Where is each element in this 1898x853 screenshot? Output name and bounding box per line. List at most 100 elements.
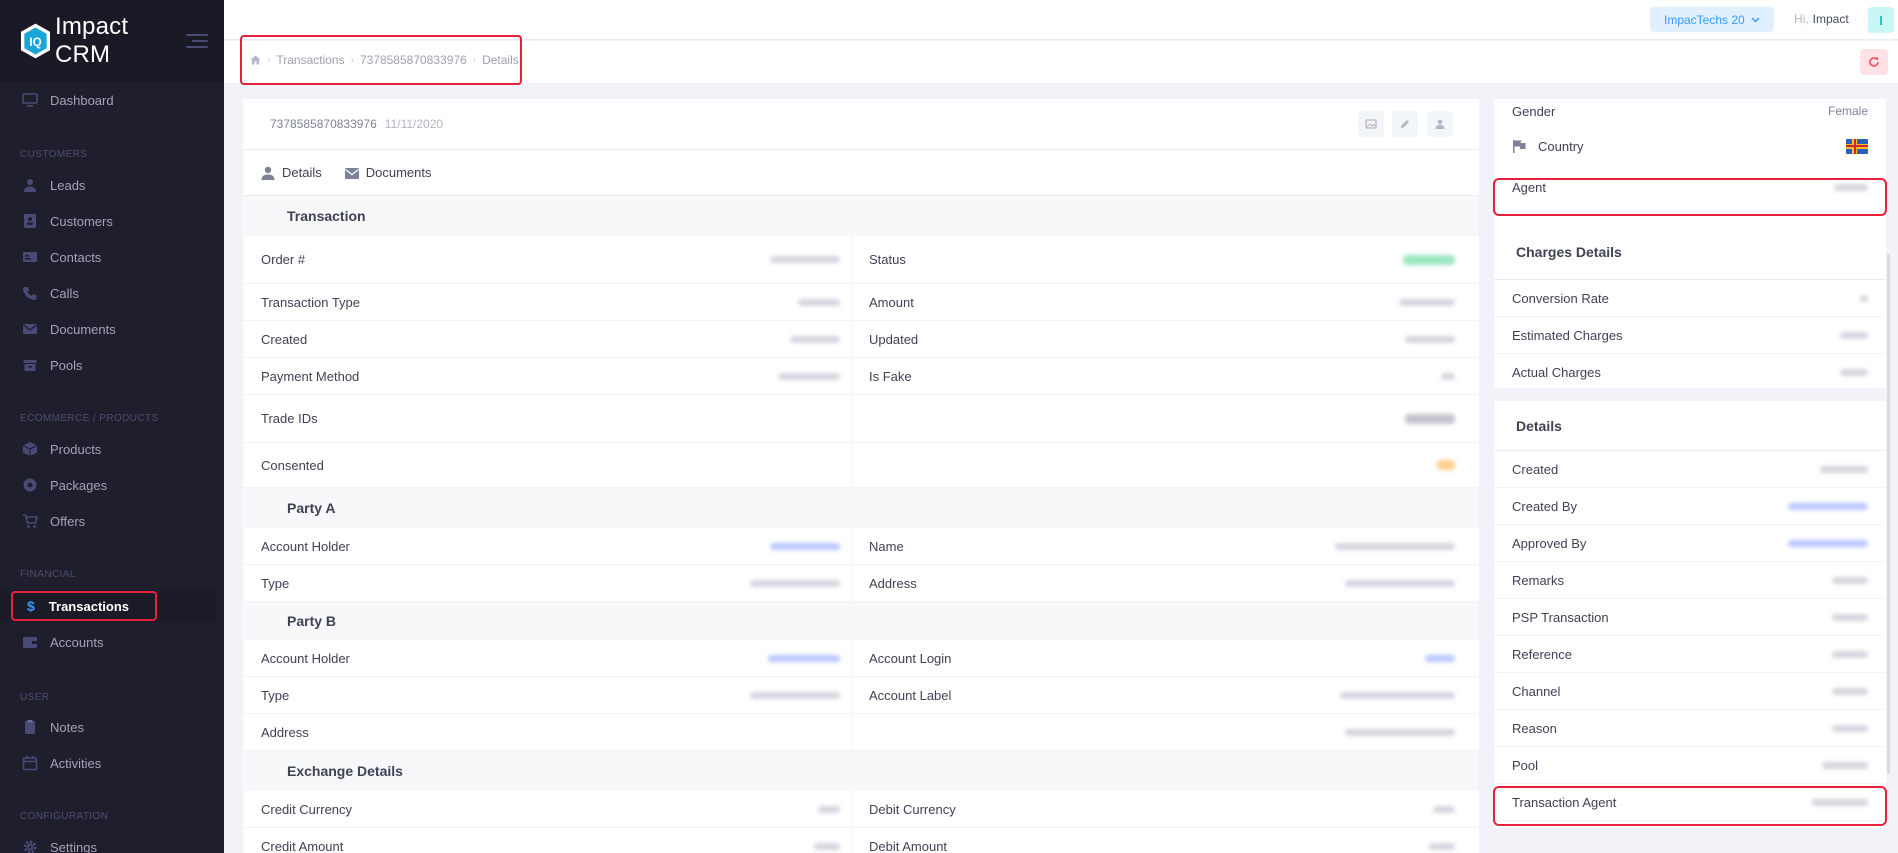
field-label: Updated	[869, 331, 919, 347]
card-header: 7378585870833976 11/11/2020	[243, 99, 1479, 150]
field-value	[1313, 714, 1473, 750]
section-label-customers: CUSTOMERS	[20, 149, 88, 160]
field-value: Female	[1827, 104, 1868, 118]
sidebar-item-label: Settings	[50, 839, 97, 853]
field-value	[713, 236, 853, 283]
sidebar-item-label: Activities	[50, 755, 102, 771]
tenant-selector[interactable]: ImpacTechs 20	[1650, 7, 1774, 32]
sidebar-item-calls[interactable]: Calls	[0, 275, 224, 311]
table-row: Credit Amount Debit Amount	[243, 828, 1479, 853]
sidebar-item-label: Calls	[50, 285, 79, 301]
field-label: Reason	[1512, 720, 1557, 736]
field-value	[713, 791, 853, 827]
charges-card: Charges Details Conversion Rate Estimate…	[1494, 224, 1886, 391]
reload-button[interactable]	[1860, 49, 1888, 75]
sidebar-item-documents[interactable]: Documents	[0, 311, 224, 347]
transaction-card: 7378585870833976 11/11/2020 Details Docu…	[243, 99, 1479, 853]
info-row: Created	[1494, 451, 1886, 488]
section-label-configuration: CONFIGURATION	[20, 811, 109, 822]
breadcrumb-item-transactions[interactable]: Transactions	[276, 53, 344, 67]
user-name: Impact	[1812, 12, 1849, 26]
field-label: Payment Method	[261, 368, 360, 384]
sidebar-item-transactions[interactable]: $ Transactions	[11, 591, 157, 621]
breadcrumb-item-transaction-id[interactable]: 7378585870833976	[360, 53, 467, 67]
field-label: Country	[1538, 138, 1584, 154]
dollar-icon: $	[27, 598, 35, 614]
field-value	[713, 828, 853, 853]
sidebar-item-packages[interactable]: Packages	[0, 467, 224, 503]
card-title-charges: Charges Details	[1494, 224, 1886, 280]
menu-toggle-icon[interactable]	[186, 34, 208, 48]
edit-button[interactable]	[1392, 111, 1418, 137]
section-title-party-a: Party A	[243, 488, 1479, 528]
tab-details[interactable]: Details	[260, 165, 322, 181]
view-button[interactable]	[1358, 111, 1384, 137]
field-label: Status	[869, 252, 906, 267]
sidebar-item-accounts[interactable]: Accounts	[0, 624, 224, 660]
field-value	[713, 714, 853, 750]
field-label: Name	[869, 538, 904, 554]
field-label: Transaction Type	[261, 294, 360, 310]
field-link[interactable]	[713, 528, 853, 564]
sidebar-item-label: Accounts	[50, 634, 104, 650]
field-value	[1313, 791, 1473, 827]
table-row: Trade IDs	[243, 395, 1479, 443]
field-value	[713, 395, 853, 442]
field-label: Consented	[261, 457, 324, 473]
field-value	[713, 321, 853, 357]
phone-icon	[22, 285, 38, 301]
field-label: Account Holder	[261, 650, 350, 666]
avatar[interactable]: I	[1868, 7, 1894, 33]
field-link[interactable]	[1313, 640, 1473, 676]
field-link[interactable]	[713, 640, 853, 676]
chevron-down-icon	[1751, 17, 1760, 22]
brand[interactable]: IQ Impact CRM	[0, 0, 224, 82]
sidebar-item-label: Notes	[50, 719, 84, 735]
brand-name: Impact CRM	[54, 13, 129, 68]
sidebar-item-customers[interactable]: Customers	[0, 203, 224, 239]
reload-icon	[1869, 56, 1879, 67]
sidebar-item-offers[interactable]: Offers	[0, 503, 224, 539]
field-value	[1313, 565, 1473, 601]
field-label: Type	[261, 687, 290, 703]
tenant-label: ImpacTechs 20	[1664, 12, 1745, 27]
sidebar-item-products[interactable]: Products	[0, 431, 224, 467]
sidebar-item-label: Pools	[50, 357, 83, 373]
scrollbar[interactable]	[1887, 254, 1890, 774]
user-greeting[interactable]: Hi, Impact	[1794, 12, 1849, 26]
field-value	[1313, 321, 1473, 357]
field-value	[713, 677, 853, 713]
table-row: Type Account Label	[243, 677, 1479, 714]
sidebar-item-settings[interactable]: Settings	[0, 829, 224, 853]
sidebar-item-activities[interactable]: Activities	[0, 745, 224, 781]
table-row: Account Holder Name	[243, 528, 1479, 565]
info-row-gender: Gender Female	[1494, 99, 1886, 123]
logo-icon: IQ	[20, 23, 51, 59]
info-row: PSP Transaction	[1494, 599, 1886, 636]
details-card: Details Created Created By Approved By R…	[1494, 401, 1886, 828]
breadcrumb-separator: ›	[350, 54, 354, 66]
subheader: › Transactions › 7378585870833976 › Deta…	[224, 35, 1898, 85]
field-label: Credit Currency	[261, 801, 353, 817]
country-flag-icon	[1846, 138, 1868, 154]
field-value	[713, 443, 853, 487]
table-row: Transaction Type Amount	[243, 284, 1479, 321]
sidebar-item-label: Dashboard	[50, 92, 114, 108]
home-icon[interactable]	[250, 55, 261, 65]
section-title-party-b: Party B	[243, 602, 1479, 640]
field-label: Amount	[869, 294, 914, 310]
sidebar-item-contacts[interactable]: Contacts	[0, 239, 224, 275]
field-value	[1313, 828, 1473, 853]
section-label-financial: FINANCIAL	[20, 569, 76, 580]
field-label: Created	[261, 331, 308, 347]
assign-user-button[interactable]	[1427, 111, 1453, 137]
sidebar-item-notes[interactable]: Notes	[0, 709, 224, 745]
tab-documents[interactable]: Documents	[344, 165, 432, 181]
sidebar-item-label: Customers	[50, 213, 113, 229]
contact-book-icon	[22, 213, 38, 229]
field-value	[1313, 358, 1473, 394]
sidebar-item-dashboard[interactable]: Dashboard	[0, 82, 224, 118]
sidebar-item-pools[interactable]: Pools	[0, 347, 224, 383]
field-label-group: Country	[1512, 139, 1584, 154]
sidebar-item-leads[interactable]: Leads	[0, 167, 224, 203]
